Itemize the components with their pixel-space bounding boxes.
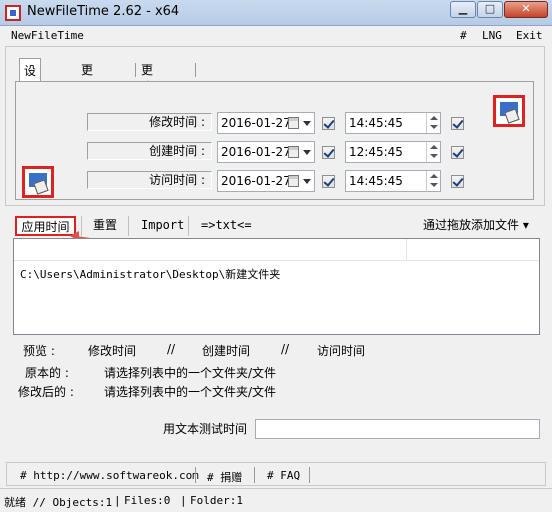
link-divider [254,467,255,483]
preview-create-header: 创建时间 [202,344,251,358]
modified-value: 请选择列表中的一个文件夹/文件 [104,385,277,399]
spin-down-icon[interactable] [430,183,438,187]
list-header [14,239,539,261]
status-files: Files:0 [124,494,171,507]
donate-link[interactable]: # 捐赠 [207,469,242,485]
access-time-checkbox[interactable] [451,175,464,188]
tab-later[interactable]: 更晚一些 [137,58,157,128]
tab-set-time[interactable]: 设定时间 [19,58,42,129]
create-time-value: 12:45:45 [349,145,403,159]
preview-access-header: 访问时间 [317,344,366,358]
status-objects: 就绪 // Objects:1 [4,496,113,509]
column-divider[interactable] [406,239,407,261]
create-date-value: 2016-01-27 [221,145,291,159]
modify-date-picker[interactable]: 2016-01-27 [217,112,315,134]
status-folder: Folder:1 [190,494,243,507]
link-divider [195,467,196,483]
tab-divider [195,63,196,77]
menu-exit[interactable]: Exit [516,29,543,42]
link-divider [309,467,310,483]
menu-language[interactable]: LNG [482,29,502,42]
status-separator: | [114,494,121,507]
access-date-picker[interactable]: 2016-01-27 [217,170,315,192]
access-time-label: 访问时间 : [87,171,212,189]
status-separator: | [180,494,187,507]
tab-divider [135,63,136,77]
window-title: NewFileTime 2.62 - x64 [27,4,180,19]
chevron-down-icon[interactable] [303,179,311,184]
chevron-down-icon[interactable] [303,121,311,126]
spin-down-icon[interactable] [430,154,438,158]
maximize-button[interactable]: □ [477,1,503,18]
access-time-spinner[interactable] [426,171,440,191]
access-time-field[interactable]: 14:45:45 [345,170,441,192]
app-name-label: NewFileTime [11,29,84,42]
spin-up-icon[interactable] [430,174,438,178]
access-date-checkbox[interactable] [322,175,335,188]
app-icon [5,5,21,21]
tab-earlier[interactable]: 更早一些 [77,58,97,128]
original-label: 原本的 : [25,366,69,380]
action-divider [128,216,129,236]
list-item[interactable]: C:\Users\Administrator\Desktop\新建文件夹 [20,266,280,282]
link-bar: # http://www.softwareok.com # 捐赠 # FAQ [6,462,546,486]
modified-label: 修改后的 : [18,385,74,399]
menu-hash[interactable]: # [460,29,467,42]
spin-down-icon[interactable] [430,125,438,129]
modify-time-field[interactable]: 14:45:45 [345,112,441,134]
preview-separator: // [281,342,290,356]
export-txt-button[interactable]: =>txt<= [201,216,252,236]
calendar-icon[interactable] [288,175,299,187]
chevron-down-icon[interactable] [303,150,311,155]
spin-up-icon[interactable] [430,145,438,149]
title-bar: NewFileTime 2.62 - x64 ▁ □ ✕ [0,0,552,26]
calendar-icon[interactable] [288,117,299,129]
apply-time-button[interactable]: 应用时间 [15,216,76,236]
preview-separator: // [167,342,176,356]
preview-modify-header: 修改时间 [88,344,137,358]
preview-label: 预览 : [23,344,55,358]
faq-link[interactable]: # FAQ [267,469,300,482]
original-value: 请选择列表中的一个文件夹/文件 [104,366,277,380]
modify-time-label: 修改时间 : [87,113,212,131]
create-time-field[interactable]: 12:45:45 [345,141,441,163]
close-button[interactable]: ✕ [504,1,548,18]
create-date-picker[interactable]: 2016-01-27 [217,141,315,163]
file-list[interactable]: C:\Users\Administrator\Desktop\新建文件夹 [13,238,540,335]
modify-date-checkbox[interactable] [322,117,335,130]
create-time-label: 创建时间 : [87,142,212,160]
status-bar: 就绪 // Objects:1 | Files:0 | Folder:1 [0,488,552,512]
modify-date-value: 2016-01-27 [221,116,291,130]
minimize-button[interactable]: ▁ [450,1,476,18]
text-test-input[interactable] [255,419,540,439]
website-link[interactable]: # http://www.softwareok.com [20,469,199,482]
text-test-label: 用文本测试时间 [163,422,248,436]
menu-bar: NewFileTime # LNG Exit [0,27,552,44]
action-divider [81,216,82,236]
action-divider [188,216,189,236]
modify-time-spinner[interactable] [426,113,440,133]
drag-add-files-menu[interactable]: 通过拖放添加文件 ▾ [423,216,529,236]
current-time-icon[interactable] [22,166,54,198]
get-time-from-file-icon[interactable] [493,95,525,127]
calendar-icon[interactable] [288,146,299,158]
create-time-spinner[interactable] [426,142,440,162]
modify-time-value: 14:45:45 [349,116,403,130]
create-date-checkbox[interactable] [322,146,335,159]
import-button[interactable]: Import [141,216,184,236]
modify-time-checkbox[interactable] [451,117,464,130]
reset-button[interactable]: 重置 [93,216,117,236]
access-date-value: 2016-01-27 [221,174,291,188]
create-time-checkbox[interactable] [451,146,464,159]
spin-up-icon[interactable] [430,116,438,120]
access-time-value: 14:45:45 [349,174,403,188]
